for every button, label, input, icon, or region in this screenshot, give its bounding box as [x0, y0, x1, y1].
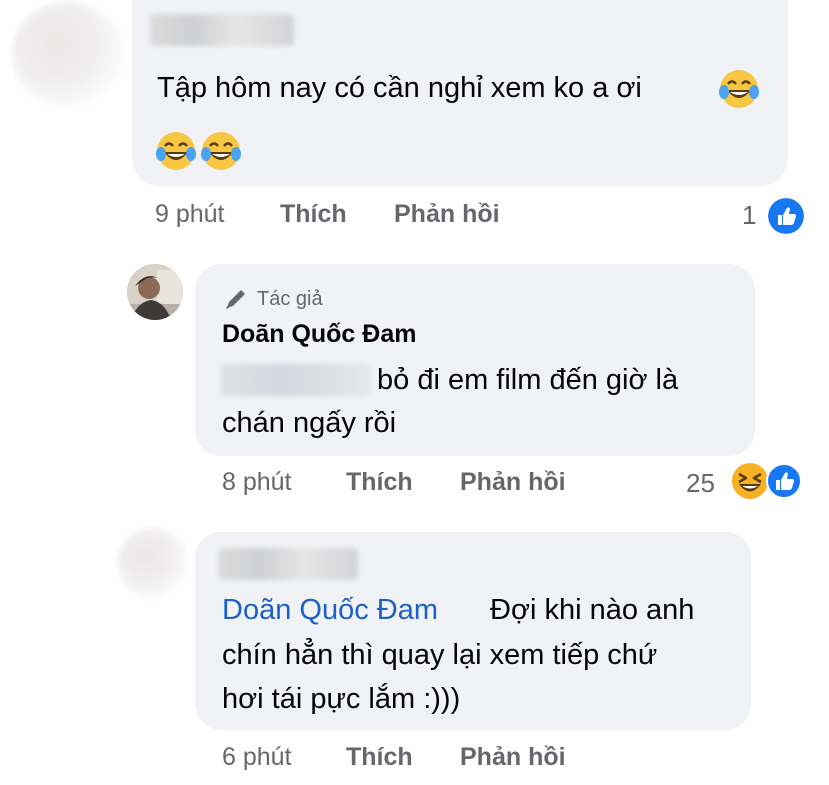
like-reaction-icon[interactable] — [766, 196, 806, 236]
author-avatar[interactable] — [127, 264, 183, 320]
reply-comment-line2: chín hẳn thì quay lại xem tiếp chứ — [222, 639, 658, 671]
author-name[interactable]: Doãn Quốc Đam — [222, 320, 416, 349]
reply-button[interactable]: Phản hồi — [460, 468, 566, 497]
pencil-icon — [226, 290, 245, 309]
commenter-name-blurred[interactable] — [150, 14, 294, 46]
replier-name-blurred[interactable] — [218, 548, 358, 580]
laughing-crying-emoji — [201, 132, 241, 170]
mention-blurred[interactable] — [220, 364, 370, 396]
haha-reaction-icon[interactable] — [730, 461, 770, 501]
like-button[interactable]: Thích — [280, 200, 347, 229]
comment-time[interactable]: 6 phút — [222, 743, 292, 772]
mention-link[interactable]: Doãn Quốc Đam — [222, 588, 438, 632]
reply-comment-line1: Đợi khi nào anh — [490, 594, 695, 626]
replier-avatar[interactable] — [118, 528, 188, 598]
reply-button[interactable]: Phản hồi — [394, 200, 500, 229]
like-button[interactable]: Thích — [346, 468, 413, 497]
laughing-crying-emoji — [719, 70, 759, 108]
comment-text: Tập hôm nay có cần nghỉ xem ko a ơi — [157, 72, 642, 104]
reaction-count[interactable]: 25 — [686, 468, 715, 499]
reaction-count[interactable]: 1 — [742, 200, 756, 231]
reply-comment-line3: hơi tái pực lắm :))) — [222, 683, 461, 715]
author-badge: Tác giả — [257, 288, 323, 310]
comment-time[interactable]: 9 phút — [155, 200, 225, 229]
comment-time[interactable]: 8 phút — [222, 468, 292, 497]
laughing-crying-emoji — [156, 132, 196, 170]
reply-button[interactable]: Phản hồi — [460, 743, 566, 772]
author-comment-line1: bỏ đi em film đến giờ là — [377, 364, 679, 396]
author-comment-line2: chán ngấy rồi — [222, 407, 397, 439]
commenter-avatar[interactable] — [12, 2, 124, 106]
like-button[interactable]: Thích — [346, 743, 413, 772]
like-reaction-icon[interactable] — [766, 463, 802, 499]
